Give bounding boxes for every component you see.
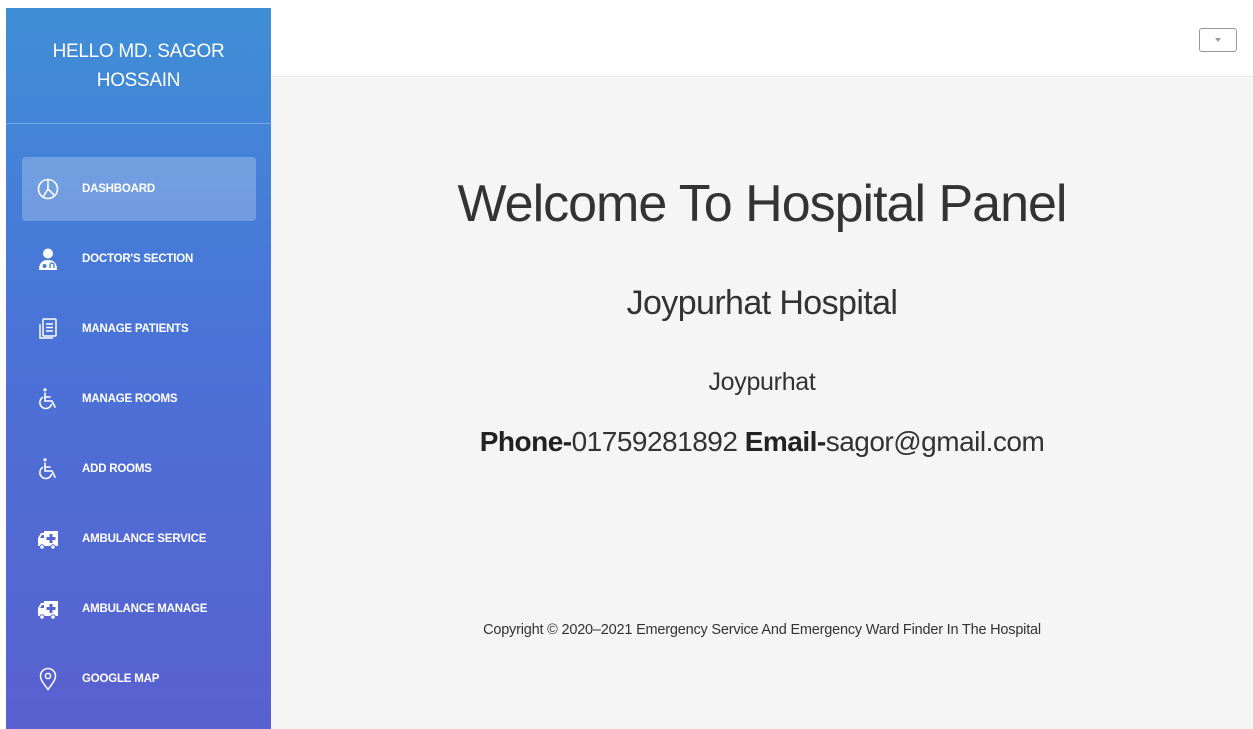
hospital-name: Joypurhat Hospital bbox=[626, 284, 898, 322]
sidebar-item-label: ADD ROOMS bbox=[82, 463, 152, 475]
sidebar-item-label: MANAGE PATIENTS bbox=[82, 323, 189, 335]
email-label: Email- bbox=[744, 426, 827, 457]
main-content: Welcome To Hospital Panel Joypurhat Hosp… bbox=[271, 78, 1253, 729]
user-greeting: HELLO MD. SAGOR HOSSAIN bbox=[52, 40, 225, 91]
page-title: Welcome To Hospital Panel bbox=[457, 175, 1068, 233]
ambulance-icon bbox=[36, 527, 60, 551]
sidebar-item-dashboard[interactable]: DASHBOARD bbox=[22, 157, 256, 221]
contact-info: Phone-01759281892 Email-sagor@gmail.com bbox=[271, 426, 1253, 458]
top-bar bbox=[271, 0, 1253, 77]
sidebar-item-label: AMBULANCE SERVICE bbox=[82, 533, 207, 545]
ambulance-icon bbox=[36, 597, 60, 621]
sidebar-item-label: DOCTOR'S SECTION bbox=[82, 253, 194, 265]
hospital-location: Joypurhat bbox=[708, 368, 816, 396]
sidebar-item-label: GOOGLE MAP bbox=[82, 673, 160, 685]
pie-chart-icon bbox=[36, 177, 60, 201]
sidebar-item-ambulance-service[interactable]: AMBULANCE SERVICE bbox=[22, 507, 256, 571]
phone-value: 01759281892 bbox=[571, 426, 738, 457]
wheelchair-icon bbox=[36, 387, 60, 411]
email-value: sagor@gmail.com bbox=[825, 426, 1045, 457]
doctor-icon bbox=[36, 247, 60, 271]
sidebar-item-manage-patients[interactable]: MANAGE PATIENTS bbox=[22, 297, 256, 361]
sidebar-item-add-rooms[interactable]: ADD ROOMS bbox=[22, 437, 256, 501]
sidebar-item-label: DASHBOARD bbox=[82, 183, 155, 195]
document-list-icon bbox=[36, 317, 60, 341]
sidebar-header: HELLO MD. SAGOR HOSSAIN bbox=[6, 8, 271, 124]
sidebar-item-ambulance-manage[interactable]: AMBULANCE MANAGE bbox=[22, 577, 256, 641]
map-pin-icon bbox=[36, 667, 60, 691]
phone-label: Phone- bbox=[479, 426, 572, 457]
sidebar-nav: DASHBOARD DOCTOR'S SECTION MANAGE PATIEN… bbox=[22, 157, 256, 717]
caret-down-icon bbox=[1215, 38, 1221, 42]
sidebar: HELLO MD. SAGOR HOSSAIN DASHBOARD DOCTOR… bbox=[6, 8, 271, 729]
sidebar-item-doctors-section[interactable]: DOCTOR'S SECTION bbox=[22, 227, 256, 291]
sidebar-item-google-map[interactable]: GOOGLE MAP bbox=[22, 647, 256, 711]
sidebar-item-label: MANAGE ROOMS bbox=[82, 393, 178, 405]
sidebar-item-manage-rooms[interactable]: MANAGE ROOMS bbox=[22, 367, 256, 431]
sidebar-item-label: AMBULANCE MANAGE bbox=[82, 603, 208, 615]
wheelchair-icon bbox=[36, 457, 60, 481]
user-menu-dropdown[interactable] bbox=[1199, 28, 1237, 52]
footer-copyright: Copyright © 2020–2021 Emergency Service … bbox=[483, 622, 1041, 638]
